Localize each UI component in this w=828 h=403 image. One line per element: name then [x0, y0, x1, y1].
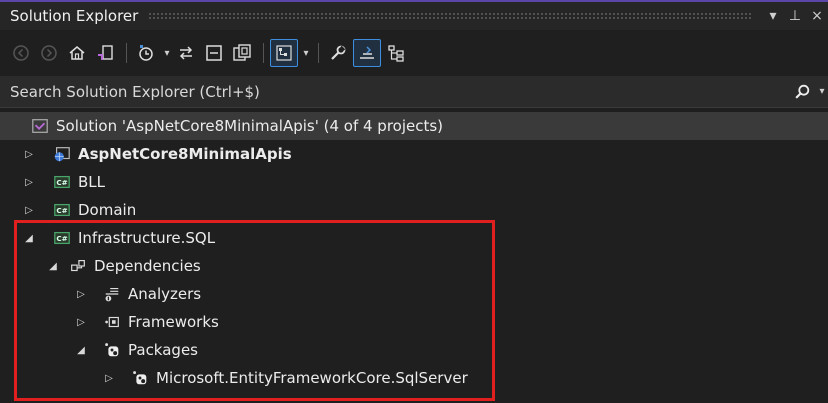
preview-dropdown-icon[interactable]: ▾ — [300, 48, 312, 59]
solution-label: Solution 'AspNetCore8MinimalApis' (4 of … — [56, 117, 444, 135]
expand-arrow-icon[interactable]: ▷ — [22, 203, 36, 217]
toolbar: ▾ ▾ — [0, 30, 828, 76]
tree-node-frameworks[interactable]: ▷ Frameworks — [0, 308, 828, 336]
clock-icon — [139, 45, 153, 61]
svg-text:C#: C# — [56, 206, 67, 215]
tree-node-label: Analyzers — [128, 285, 202, 303]
preview-selected-icon — [360, 46, 374, 59]
collapse-arrow-icon[interactable]: ◢ — [46, 259, 60, 273]
tree-node-project[interactable]: ▷ C# BLL — [0, 168, 828, 196]
analyzers-icon — [102, 284, 122, 304]
wrench-icon — [331, 45, 346, 60]
forward-icon — [41, 45, 57, 61]
tree-node-label: AspNetCore8MinimalApis — [78, 145, 292, 163]
preview-items-icon — [276, 45, 292, 61]
forward-button[interactable] — [36, 40, 62, 66]
tree-node-label: Dependencies — [94, 257, 201, 275]
expand-arrow-icon[interactable]: ▷ — [22, 147, 36, 161]
svg-text:C#: C# — [56, 234, 67, 243]
show-all-files-icon — [233, 44, 251, 61]
tree-node-label: Microsoft.EntityFrameworkCore.SqlServer — [156, 369, 468, 387]
back-icon — [13, 45, 29, 61]
frameworks-icon — [102, 312, 122, 332]
preview-tab-button[interactable] — [353, 39, 381, 67]
search-box[interactable]: Search Solution Explorer (Ctrl+$) ▾ — [0, 76, 828, 108]
class-view-button[interactable] — [383, 40, 409, 66]
tree-node-label: Domain — [78, 201, 137, 219]
tree-node-project[interactable]: ◢ C# Infrastructure.SQL — [0, 224, 828, 252]
expand-arrow-icon[interactable]: ▷ — [74, 287, 88, 301]
toolbar-separator — [126, 43, 127, 63]
expand-arrow-icon[interactable]: ▷ — [22, 175, 36, 189]
back-button[interactable] — [8, 40, 34, 66]
window-title: Solution Explorer — [10, 7, 139, 25]
search-input[interactable]: Search Solution Explorer (Ctrl+$) — [0, 83, 788, 101]
search-options-dropdown-icon[interactable]: ▾ — [816, 86, 828, 97]
show-all-files-button[interactable] — [229, 40, 255, 66]
pending-changes-filter-button[interactable] — [133, 40, 159, 66]
switch-views-icon — [98, 45, 113, 60]
expand-arrow-icon[interactable]: ▷ — [74, 315, 88, 329]
tree-node-label: Frameworks — [128, 313, 219, 331]
nuget-package-icon — [130, 368, 150, 388]
title-bar: Solution Explorer ▾ ⊥ × — [0, 0, 828, 30]
switch-views-button[interactable] — [92, 40, 118, 66]
pending-changes-dropdown-icon[interactable]: ▾ — [161, 48, 173, 59]
tree-node-project[interactable]: ▷ C# Domain — [0, 196, 828, 224]
tree-node-packages[interactable]: ◢ Packages — [0, 336, 828, 364]
tree-node-label: Packages — [128, 341, 198, 359]
close-icon[interactable]: × — [806, 8, 828, 24]
tree-node-analyzers[interactable]: ▷ Analyzers — [0, 280, 828, 308]
sync-with-active-document-button[interactable] — [173, 40, 199, 66]
solution-icon — [30, 116, 50, 136]
collapse-all-icon — [206, 45, 222, 61]
tree-node-dependencies[interactable]: ◢ Dependencies — [0, 252, 828, 280]
tree-node-project[interactable]: ▷ AspNetCore8MinimalApis — [0, 140, 828, 168]
nuget-package-icon — [102, 340, 122, 360]
pin-icon[interactable]: ⊥ — [784, 8, 806, 24]
tree-node-package[interactable]: ▷ Microsoft.EntityFrameworkCore.SqlServe… — [0, 364, 828, 392]
dependencies-icon — [68, 256, 88, 276]
drag-grip[interactable] — [148, 12, 752, 20]
home-icon — [69, 46, 85, 60]
search-icon — [795, 84, 810, 99]
preview-selected-items-button[interactable] — [270, 39, 298, 67]
window-position-dropdown-icon[interactable]: ▾ — [762, 8, 784, 24]
csharp-project-icon: C# — [52, 200, 72, 220]
sync-arrows-icon — [179, 46, 193, 60]
tree-node-label: Infrastructure.SQL — [78, 229, 216, 247]
toolbar-separator — [263, 43, 264, 63]
home-button[interactable] — [64, 40, 90, 66]
tree-node-solution[interactable]: Solution 'AspNetCore8MinimalApis' (4 of … — [0, 112, 828, 140]
search-button[interactable] — [788, 78, 816, 106]
collapse-arrow-icon[interactable]: ◢ — [74, 343, 88, 357]
csharp-project-icon: C# — [52, 172, 72, 192]
csharp-project-icon: C# — [52, 228, 72, 248]
tree-node-label: BLL — [78, 173, 106, 191]
properties-button[interactable] — [325, 40, 351, 66]
collapse-all-button[interactable] — [201, 40, 227, 66]
web-project-icon — [52, 144, 72, 164]
hierarchy-icon — [388, 45, 404, 62]
svg-text:C#: C# — [56, 178, 67, 187]
expand-arrow-icon[interactable]: ▷ — [102, 371, 116, 385]
collapse-arrow-icon[interactable]: ◢ — [22, 231, 36, 245]
toolbar-separator — [318, 43, 319, 63]
